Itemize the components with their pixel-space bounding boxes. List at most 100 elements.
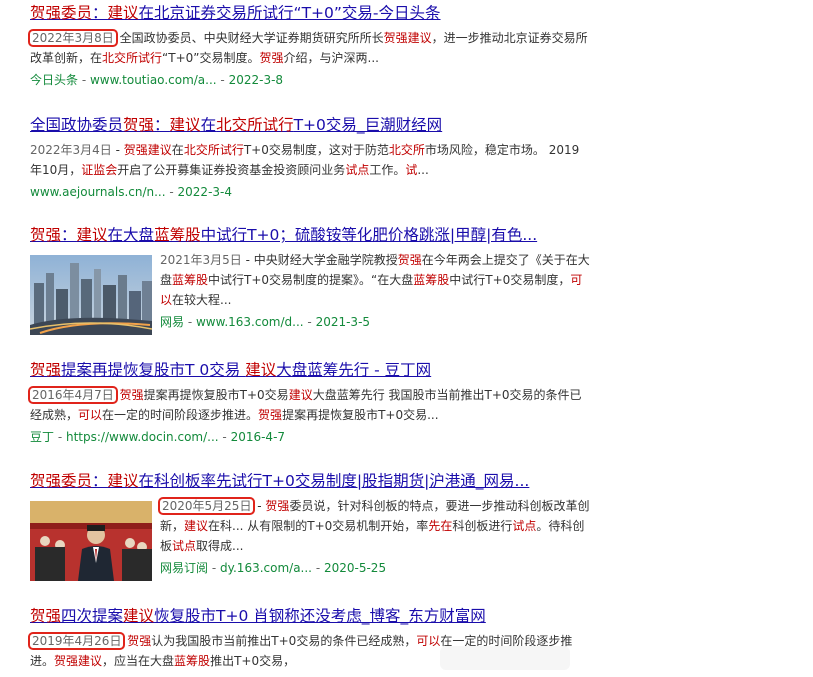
- title-text: 在大盘: [107, 226, 155, 244]
- snippet-highlight: 试点: [345, 163, 370, 177]
- snippet-text: 在科... 从有限制的T+0交易机制开始，率: [208, 519, 429, 533]
- result-title-link[interactable]: 贺强提案再提恢复股市T 0交易 建议大盘蓝筹先行 - 豆丁网: [30, 360, 590, 380]
- result-url[interactable]: www.aejournals.cn/n... - 2022-3-4: [30, 183, 590, 201]
- title-text: ：: [92, 4, 108, 22]
- snippet-text: 提案再提恢复股市T+0交易: [143, 388, 289, 402]
- search-result: 全国政协委员贺强：建议在北交所试行T+0交易_巨潮财经网 2022年3月4日 -…: [30, 115, 590, 201]
- result-url[interactable]: 网易订阅 - dy.163.com/a... - 2020-5-25: [160, 559, 590, 577]
- title-highlight: 北交所试行: [216, 116, 294, 134]
- title-highlight: 贺强: [30, 361, 62, 379]
- snippet-text: 取得成...: [196, 539, 244, 553]
- snippet-text: T+0交易制度，这对于防范: [243, 143, 389, 157]
- title-highlight: 建议: [107, 472, 139, 490]
- result-url-text: dy.163.com/a...: [219, 561, 312, 575]
- title-highlight: 贺强委员: [30, 4, 93, 22]
- blurred-overlay: [440, 646, 570, 670]
- separator: -: [216, 73, 229, 87]
- result-thumbnail-person[interactable]: [30, 501, 152, 581]
- snippet-highlight: 可以: [78, 408, 103, 422]
- snippet-highlight: 贺强: [127, 634, 152, 648]
- title-text: 四次提案: [61, 607, 124, 625]
- title-highlight: 建议: [76, 226, 108, 244]
- snippet-text: 提案再提恢复股市T+0交易...: [282, 408, 439, 422]
- title-text: ：: [61, 226, 77, 244]
- result-snippet: 2020年5月25日 - 贺强委员说，针对科创板的特点，要进一步推动科创板改革创…: [157, 496, 590, 556]
- title-text: 提案再提恢复股市T 0交易: [61, 361, 246, 379]
- separator: -: [54, 430, 66, 444]
- result-snippet: 2016年4月7日 贺强提案再提恢复股市T+0交易建议大盘蓝筹先行 我国股市当前…: [28, 385, 590, 425]
- result-title-link[interactable]: 贺强四次提案建议恢复股市T+0 肖钢称还没考虑_博客_东方财富网: [30, 606, 590, 626]
- snippet-text: 在一定的时间阶段逐步推进。: [102, 408, 259, 422]
- snippet-highlight: 试点: [512, 519, 537, 533]
- search-result: 贺强委员：建议在科创板率先试行T+0交易制度|股指期货|沪港通_网易... 20…: [30, 471, 590, 581]
- result-url-text: www.aejournals.cn/n...: [30, 185, 166, 199]
- result-snippet: 2021年3月5日 - 中央财经大学金融学院教授贺强在今年两会上提交了《关于在大…: [160, 250, 590, 310]
- snippet-highlight: 贺强: [265, 499, 290, 513]
- title-text: 在北京证券交易所试行“T+0”交易-今日头条: [138, 4, 441, 22]
- snippet-highlight: 证监会: [81, 163, 118, 177]
- title-text: 中试行T+0；硫酸铵等化肥价格跳涨|甲醇|有色...: [200, 226, 538, 244]
- publish-date-circled: 2020年5月25日: [157, 497, 256, 515]
- title-text: 恢复股市T+0 肖钢称还没考虑_博客_东方财富网: [154, 607, 486, 625]
- result-title-link[interactable]: 贺强委员：建议在科创板率先试行T+0交易制度|股指期货|沪港通_网易...: [30, 471, 590, 491]
- title-highlight: 建议: [169, 116, 201, 134]
- result-url-text: www.toutiao.com/a...: [89, 73, 217, 87]
- snippet-highlight: 北交所试行: [102, 51, 163, 65]
- snippet-text: 科创板进行: [452, 519, 513, 533]
- publish-date-circled: 2022年3月8日: [28, 29, 118, 47]
- title-highlight: 建议: [245, 361, 277, 379]
- title-text: 大盘蓝筹先行 - 豆丁网: [276, 361, 432, 379]
- publish-date-circled: 2016年4月7日: [28, 386, 118, 404]
- title-highlight: 建议: [123, 607, 155, 625]
- result-url-text: https://www.docin.com/...: [65, 430, 219, 444]
- result-thumbnail-city[interactable]: [30, 255, 152, 335]
- snippet-highlight: 贺强: [259, 51, 284, 65]
- search-result: 贺强委员：建议在北京证券交易所试行“T+0”交易-今日头条 2022年3月8日 …: [28, 3, 590, 89]
- snippet-highlight: 蓝筹股: [174, 654, 211, 668]
- result-url[interactable]: 豆丁 - https://www.docin.com/... - 2016-4-…: [30, 428, 590, 446]
- snippet-text: 全国政协委员、中央财经大学证券期货研究所所长: [115, 31, 384, 45]
- result-source: 网易: [160, 315, 185, 329]
- result-url-date: 2022-3-4: [177, 185, 232, 199]
- result-title-link[interactable]: 贺强：建议在大盘蓝筹股中试行T+0；硫酸铵等化肥价格跳涨|甲醇|有色...: [30, 225, 590, 245]
- snippet-highlight: 贺强建议: [123, 143, 172, 157]
- title-highlight: 贺强: [30, 226, 62, 244]
- separator: -: [208, 561, 220, 575]
- snippet-highlight: 贺强: [119, 388, 144, 402]
- snippet-text: 介绍，与沪深两...: [283, 51, 379, 65]
- snippet-highlight: 试点: [172, 539, 197, 553]
- snippet-highlight: 先在: [428, 519, 453, 533]
- result-url-date: 2022-3-8: [228, 73, 284, 87]
- snippet-text: 中试行T+0交易制度的提案》。“在大盘: [208, 273, 414, 287]
- snippet-highlight: 贺强: [258, 408, 283, 422]
- title-highlight: 建议: [107, 4, 139, 22]
- result-title-link[interactable]: 全国政协委员贺强：建议在北交所试行T+0交易_巨潮财经网: [30, 115, 590, 135]
- title-text: 在科创板率先试行T+0交易制度|股指期货|沪港通_网易...: [138, 472, 530, 490]
- title-highlight: 贺强: [123, 116, 155, 134]
- snippet-text: 推出T+0交易，: [210, 654, 296, 668]
- snippet-highlight: 蓝筹股: [172, 273, 209, 287]
- snippet-highlight: 北交所试行: [183, 143, 244, 157]
- publish-date-circled: 2019年4月26日: [27, 632, 126, 650]
- title-text: ：: [154, 116, 170, 134]
- result-source: 今日头条: [30, 73, 79, 87]
- title-highlight: 贺强委员: [30, 472, 93, 490]
- separator: -: [184, 315, 196, 329]
- result-snippet: 2022年3月8日 全国政协委员、中央财经大学证券期货研究所所长贺强建议，进一步…: [28, 28, 590, 68]
- result-title-link[interactable]: 贺强委员：建议在北京证券交易所试行“T+0”交易-今日头条: [30, 3, 590, 23]
- snippet-text: 在较大程...: [172, 293, 232, 307]
- snippet-text: 认为我国股市当前推出T+0交易的条件已经成熟，: [151, 634, 417, 648]
- snippet-highlight: 建议: [288, 388, 313, 402]
- result-source: 豆丁: [30, 430, 55, 444]
- snippet-text: ，应当在大盘: [102, 654, 175, 668]
- result-url[interactable]: 今日头条 - www.toutiao.com/a... - 2022-3-8: [30, 71, 590, 89]
- result-url[interactable]: 网易 - www.163.com/d... - 2021-3-5: [160, 313, 590, 331]
- snippet-text: 中试行T+0交易制度，: [449, 273, 571, 287]
- title-highlight: 蓝筹股: [154, 226, 201, 244]
- snippet-highlight: 北交所: [388, 143, 425, 157]
- separator: -: [303, 315, 316, 329]
- title-text: 全国政协委员: [30, 116, 124, 134]
- snippet-text: ...: [417, 163, 429, 177]
- search-result: 贺强：建议在大盘蓝筹股中试行T+0；硫酸铵等化肥价格跳涨|甲醇|有色... 20…: [30, 225, 590, 335]
- result-url-date: 2021-3-5: [315, 315, 371, 329]
